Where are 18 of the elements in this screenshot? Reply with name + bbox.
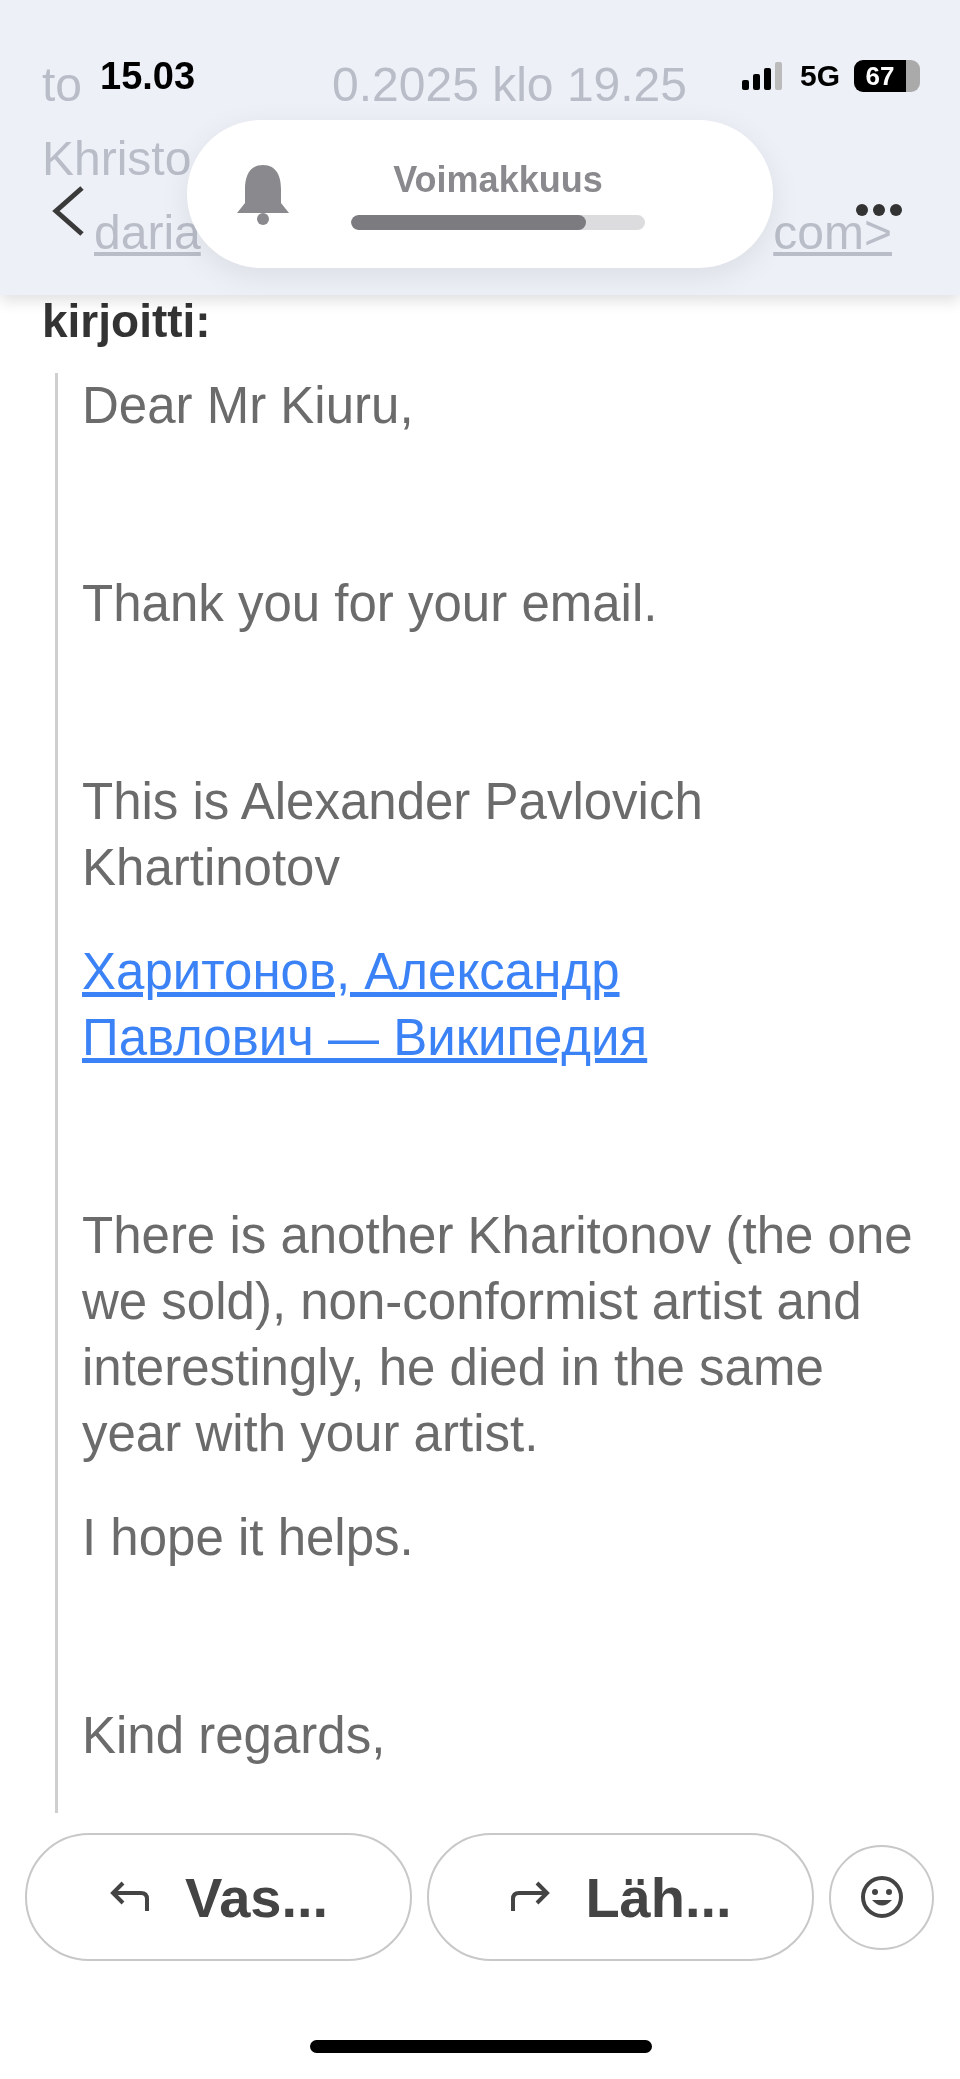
network-label: 5G xyxy=(799,59,840,93)
more-icon[interactable] xyxy=(855,203,903,217)
wikipedia-link[interactable]: Харитонов, Александр Павлович — Википедия xyxy=(82,939,802,1071)
message-paragraph: I hope it helps. xyxy=(82,1508,415,1568)
bell-icon xyxy=(235,163,291,225)
message-paragraph: Dear Mr Kiuru, xyxy=(82,376,415,436)
forward-button[interactable]: Läh... xyxy=(427,1833,814,1961)
message-paragraph: Kind regards, xyxy=(82,1706,387,1766)
message-paragraph: This is Alexander Pavlovich Khartinotov xyxy=(82,772,704,898)
volume-title: Voimakkuus xyxy=(393,158,603,201)
status-time: 15.03 xyxy=(100,54,196,98)
reply-button[interactable]: Vas... xyxy=(25,1833,412,1961)
message-paragraph: Thank you for your email. xyxy=(82,574,659,634)
message-paragraph: There is another Kharitonov (the one we sold), non-conformist artist and interestingly, he died in the same year with your artist. xyxy=(82,1206,914,1464)
smiley-icon xyxy=(859,1875,904,1919)
quote-intro: kirjoitti: xyxy=(42,295,211,347)
battery-level: 67 xyxy=(854,60,920,92)
back-icon[interactable] xyxy=(50,185,86,237)
